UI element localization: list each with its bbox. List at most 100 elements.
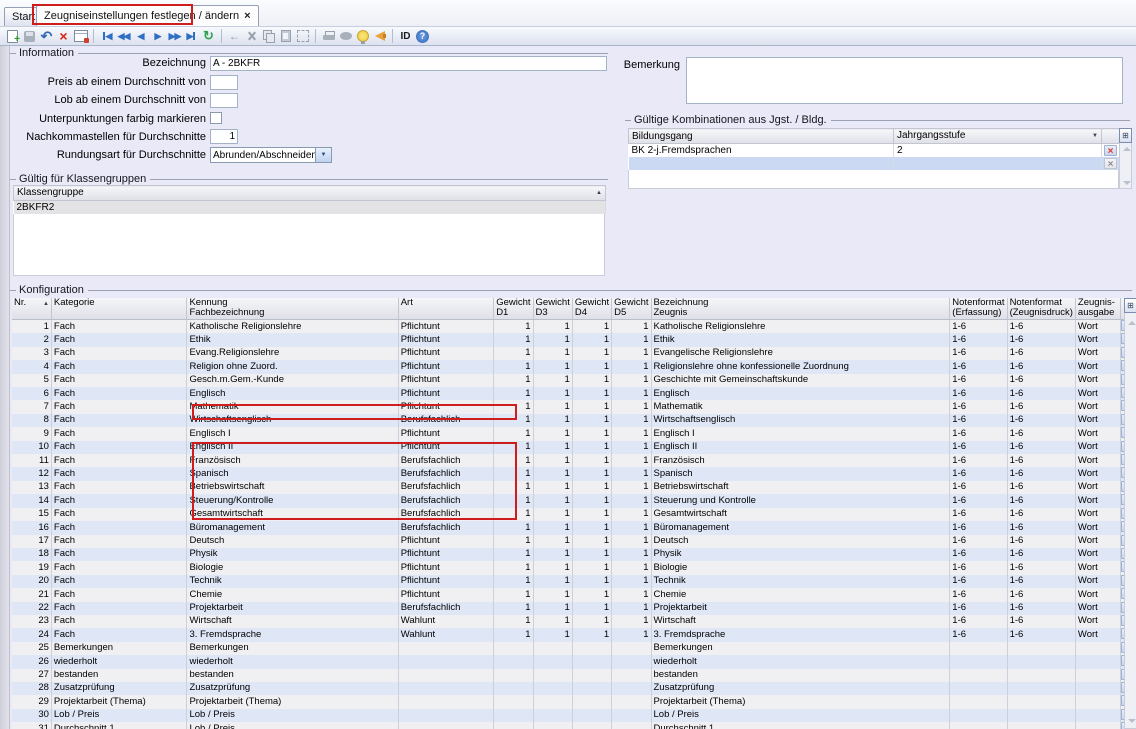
delete-record-icon[interactable]: × bbox=[55, 28, 72, 44]
cell: 1 bbox=[494, 494, 533, 507]
announce-horn-icon[interactable] bbox=[371, 28, 388, 44]
column-header[interactable]: Notenformat(Erfassung) bbox=[950, 298, 1007, 320]
preview-icon[interactable] bbox=[337, 28, 354, 44]
konfiguration-row[interactable]: 13FachBetriebswirtschaftBerufsfachlich11… bbox=[12, 481, 1136, 494]
left-splitter[interactable] bbox=[0, 46, 10, 729]
cell: 1-6 bbox=[1007, 481, 1075, 494]
help-icon[interactable]: ? bbox=[414, 28, 431, 44]
konfiguration-row[interactable]: 30Lob / PreisLob / PreisLob / Preis× bbox=[12, 709, 1136, 722]
nav-next-page-icon[interactable]: ▶▶ bbox=[166, 28, 183, 44]
column-header[interactable]: GewichtD1 bbox=[494, 298, 533, 320]
bemerkung-textarea[interactable] bbox=[686, 57, 1123, 104]
hint-bulb-icon[interactable] bbox=[354, 28, 371, 44]
konfiguration-row[interactable]: 6FachEnglischPflichtunt1111Englisch1-61-… bbox=[12, 387, 1136, 400]
column-header[interactable]: GewichtD5 bbox=[612, 298, 651, 320]
konfiguration-row[interactable]: 29Projektarbeit (Thema)Projektarbeit (Th… bbox=[12, 695, 1136, 708]
chevron-down-icon[interactable]: ▼ bbox=[315, 148, 331, 162]
cell: Wort bbox=[1075, 508, 1120, 521]
konfiguration-row[interactable]: 24Fach3. FremdspracheWahlunt11113. Fremd… bbox=[12, 628, 1136, 641]
konfiguration-scrollbar[interactable] bbox=[1124, 298, 1136, 729]
undo-icon[interactable]: ↶ bbox=[38, 28, 55, 44]
kombination-new-row[interactable]: × bbox=[629, 157, 1120, 170]
column-header[interactable]: BezeichnungZeugnis bbox=[651, 298, 950, 320]
column-chooser-icon[interactable]: ⊞ bbox=[1119, 128, 1132, 143]
konfiguration-row[interactable]: 11FachFranzösischBerufsfachlich1111Franz… bbox=[12, 454, 1136, 467]
copy-icon[interactable] bbox=[260, 28, 277, 44]
konfiguration-row[interactable]: 15FachGesamtwirtschaftBerufsfachlich1111… bbox=[12, 508, 1136, 521]
konfiguration-row[interactable]: 23FachWirtschaftWahlunt1111Wirtschaft1-6… bbox=[12, 615, 1136, 628]
konfiguration-row[interactable]: 3FachEvang.ReligionslehrePflichtunt1111E… bbox=[12, 347, 1136, 360]
paste-icon[interactable] bbox=[277, 28, 294, 44]
print-icon[interactable] bbox=[320, 28, 337, 44]
konfiguration-row[interactable]: 26wiederholtwiederholtwiederholt× bbox=[12, 655, 1136, 668]
column-header[interactable]: Art bbox=[398, 298, 493, 320]
tab-close-icon[interactable]: × bbox=[244, 11, 250, 21]
save-icon[interactable] bbox=[21, 28, 38, 44]
konfiguration-row[interactable]: 22FachProjektarbeitBerufsfachlich1111Pro… bbox=[12, 602, 1136, 615]
konfiguration-row[interactable]: 5FachGesch.m.Gem.-KundePflichtunt1111Ges… bbox=[12, 374, 1136, 387]
konfiguration-row[interactable]: 28ZusatzprüfungZusatzprüfungZusatzprüfun… bbox=[12, 682, 1136, 695]
column-header[interactable]: GewichtD4 bbox=[572, 298, 611, 320]
refresh-icon[interactable]: ↻ bbox=[200, 28, 217, 44]
id-button[interactable]: ID bbox=[397, 28, 414, 44]
add-record-icon[interactable]: + bbox=[4, 28, 21, 44]
back-arrow-icon[interactable]: ← bbox=[226, 28, 243, 44]
cell bbox=[572, 695, 611, 708]
konfiguration-row[interactable]: 2FachEthikPflichtunt1111Ethik1-61-6Wort× bbox=[12, 333, 1136, 346]
nachkomma-input[interactable] bbox=[210, 129, 238, 144]
column-header[interactable]: Zeugnis-ausgabe bbox=[1075, 298, 1120, 320]
cell: 1 bbox=[612, 575, 651, 588]
konfiguration-row[interactable]: 25BemerkungenBemerkungenBemerkungen× bbox=[12, 642, 1136, 655]
column-header[interactable]: KennungFachbezeichnung bbox=[187, 298, 398, 320]
nav-prev-page-icon[interactable]: ◀◀ bbox=[115, 28, 132, 44]
tab-zeugniseinstellungen[interactable]: Zeugniseinstellungen festlegen / ändern … bbox=[36, 5, 259, 26]
column-header[interactable]: GewichtD3 bbox=[533, 298, 572, 320]
unterpunktungen-checkbox[interactable] bbox=[210, 112, 222, 124]
konfiguration-row[interactable]: 8FachWirtschaftsenglischBerufsfachlich11… bbox=[12, 414, 1136, 427]
nav-first-icon[interactable]: ◀ bbox=[98, 28, 115, 44]
rundungsart-label: Rundungsart für Durchschnitte bbox=[10, 148, 206, 163]
nav-next-icon[interactable]: ▶ bbox=[149, 28, 166, 44]
delete-row-button[interactable]: × bbox=[1102, 144, 1120, 158]
filter-dropdown-icon[interactable]: ▼ bbox=[1092, 130, 1098, 143]
column-header-bildungsgang[interactable]: Bildungsgang bbox=[629, 129, 894, 144]
kombination-row[interactable]: BK 2-j.Fremdsprachen 2 × bbox=[629, 144, 1120, 158]
konfiguration-row[interactable]: 10FachEnglisch IIPflichtunt1111Englisch … bbox=[12, 441, 1136, 454]
konfiguration-row[interactable]: 18FachPhysikPflichtunt1111Physik1-61-6Wo… bbox=[12, 548, 1136, 561]
konfiguration-row[interactable]: 7FachMathematikPflichtunt1111Mathematik1… bbox=[12, 400, 1136, 413]
unterpunktungen-label: Unterpunktungen farbig markieren bbox=[10, 112, 206, 127]
bezeichnung-input[interactable] bbox=[210, 56, 607, 71]
marquee-select-icon[interactable] bbox=[294, 28, 311, 44]
column-header[interactable]: Notenformat(Zeugnisdruck) bbox=[1007, 298, 1075, 320]
konfiguration-row[interactable]: 4FachReligion ohne Zuord.Pflichtunt1111R… bbox=[12, 360, 1136, 373]
konfiguration-row[interactable]: 17FachDeutschPflichtunt1111Deutsch1-61-6… bbox=[12, 535, 1136, 548]
cut-icon[interactable] bbox=[243, 28, 260, 44]
rundungsart-select[interactable]: Abrunden/Abschneiden ▼ bbox=[210, 147, 332, 163]
konfiguration-row[interactable]: 27bestandenbestandenbestanden× bbox=[12, 669, 1136, 682]
konfiguration-row[interactable]: 9FachEnglisch IPflichtunt1111Englisch I1… bbox=[12, 427, 1136, 440]
column-chooser-icon[interactable]: ⊞ bbox=[1124, 298, 1136, 313]
konfiguration-row[interactable]: 12FachSpanischBerufsfachlich1111Spanisch… bbox=[12, 467, 1136, 480]
cell: 1-6 bbox=[1007, 494, 1075, 507]
lob-input[interactable] bbox=[210, 93, 238, 108]
konfiguration-row[interactable]: 31Durchschnitt 1Lob / PreisDurchschnitt … bbox=[12, 722, 1136, 729]
cell: 1 bbox=[612, 360, 651, 373]
nav-last-icon[interactable]: ▶ bbox=[183, 28, 200, 44]
cell: Wort bbox=[1075, 387, 1120, 400]
nav-prev-icon[interactable]: ◀ bbox=[132, 28, 149, 44]
cell: 6 bbox=[12, 387, 51, 400]
konfiguration-row[interactable]: 14FachSteuerung/KontrolleBerufsfachlich1… bbox=[12, 494, 1136, 507]
preis-input[interactable] bbox=[210, 75, 238, 90]
konfiguration-row[interactable]: 16FachBüromanagementBerufsfachlich1111Bü… bbox=[12, 521, 1136, 534]
column-header[interactable]: Kategorie bbox=[51, 298, 187, 320]
edit-form-icon[interactable] bbox=[72, 28, 89, 44]
konfiguration-row[interactable]: 1FachKatholische ReligionslehrePflichtun… bbox=[12, 320, 1136, 334]
cell: 1 bbox=[494, 535, 533, 548]
column-header-jahrgangsstufe[interactable]: Jahrgangsstufe▼ bbox=[894, 129, 1102, 144]
column-header-klassengruppe[interactable]: Klassengruppe▲ bbox=[14, 186, 606, 201]
klassengruppe-row[interactable]: 2BKFR2 bbox=[14, 201, 606, 215]
column-header[interactable]: Nr.▲ bbox=[12, 298, 51, 320]
konfiguration-row[interactable]: 20FachTechnikPflichtunt1111Technik1-61-6… bbox=[12, 575, 1136, 588]
konfiguration-row[interactable]: 19FachBiologiePflichtunt1111Biologie1-61… bbox=[12, 561, 1136, 574]
konfiguration-row[interactable]: 21FachChemiePflichtunt1111Chemie1-61-6Wo… bbox=[12, 588, 1136, 601]
